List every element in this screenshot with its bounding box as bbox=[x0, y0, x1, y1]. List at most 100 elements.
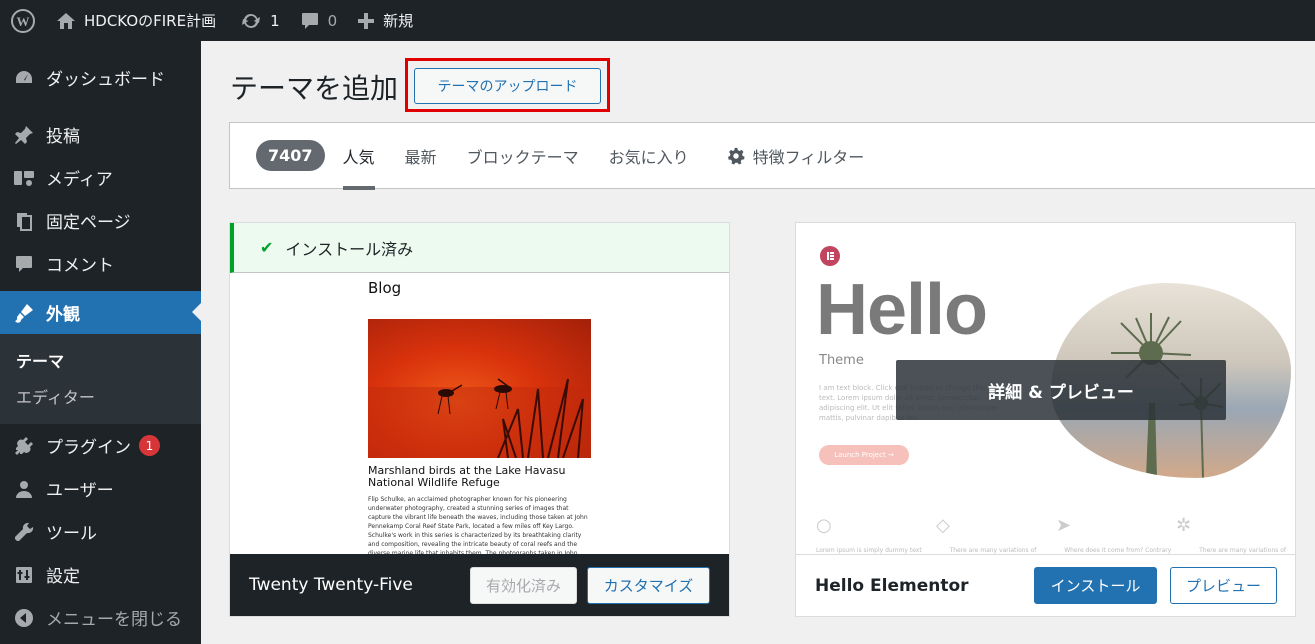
admin-sidebar: ダッシュボード 投稿 メディア 固定ページ コメント 外観 テーマ エディター … bbox=[0, 41, 201, 644]
wrench-icon bbox=[12, 520, 36, 544]
preview-button[interactable]: プレビュー bbox=[1170, 567, 1277, 604]
new-label: 新規 bbox=[383, 12, 414, 30]
collapse-icon bbox=[12, 606, 36, 630]
sidebar-item-appearance[interactable]: 外観 bbox=[0, 291, 201, 334]
elementor-logo-icon bbox=[820, 246, 840, 266]
sidebar-item-tools[interactable]: ツール bbox=[0, 510, 201, 553]
comment-icon bbox=[301, 12, 318, 29]
preview-captions: Lorem ipsum is simply dummy text There a… bbox=[816, 547, 1286, 554]
sidebar-item-label: プラグイン bbox=[46, 438, 131, 458]
submenu-item-editor[interactable]: エディター bbox=[0, 378, 201, 414]
pin-icon bbox=[12, 123, 36, 147]
dashboard-icon bbox=[12, 66, 36, 90]
diamond-icon: ◇ bbox=[936, 515, 950, 536]
sidebar-item-label: 固定ページ bbox=[46, 213, 131, 233]
customize-button[interactable]: カスタマイズ bbox=[587, 566, 710, 604]
preview-caption: Where does it come from? Contrary bbox=[1064, 547, 1172, 554]
user-icon bbox=[12, 477, 36, 501]
svg-text:W: W bbox=[17, 14, 30, 29]
appearance-submenu: テーマ エディター bbox=[0, 334, 201, 424]
comments-count: 0 bbox=[327, 11, 338, 30]
preview-feature-icons: ○ ◇ ➤ ✲ bbox=[816, 515, 1276, 536]
upload-highlight-box: テーマのアップロード bbox=[405, 58, 610, 112]
site-name: HDCKOのFIRE計画 bbox=[84, 12, 217, 30]
activated-button: 有効化済み bbox=[470, 566, 577, 604]
sidebar-item-label: ユーザー bbox=[46, 481, 114, 501]
sidebar-item-label: 投稿 bbox=[46, 127, 80, 147]
theme-screenshot[interactable]: Hello Theme I am text block. Click edit … bbox=[796, 223, 1295, 556]
theme-screenshot[interactable]: Blog Marshland birds at the Lake Havasu … bbox=[230, 273, 729, 557]
plugin-update-badge: 1 bbox=[139, 435, 160, 456]
preview-caption: There are many variations of bbox=[949, 547, 1037, 554]
appearance-icon bbox=[12, 301, 36, 325]
sidebar-item-settings[interactable]: 設定 bbox=[0, 553, 201, 596]
theme-name: Twenty Twenty-Five bbox=[249, 575, 413, 595]
theme-card-hello-elementor[interactable]: Hello Theme I am text block. Click edit … bbox=[795, 222, 1296, 617]
sidebar-item-pages[interactable]: 固定ページ bbox=[0, 199, 201, 242]
preview-bird-photo bbox=[368, 319, 591, 458]
updates-link[interactable]: 1 bbox=[230, 0, 290, 41]
sidebar-item-media[interactable]: メディア bbox=[0, 156, 201, 199]
sidebar-item-label: 設定 bbox=[46, 567, 80, 587]
sidebar-item-comments[interactable]: コメント bbox=[0, 242, 201, 285]
tab-popular[interactable]: 人気 bbox=[342, 122, 375, 190]
new-content-link[interactable]: 新規 bbox=[347, 0, 423, 41]
preview-post-title: Marshland birds at the Lake Havasu Natio… bbox=[368, 464, 566, 489]
preview-caption: Lorem ipsum is simply dummy text bbox=[816, 547, 922, 554]
theme-filter-bar: 7407 人気 最新 ブロックテーマ お気に入り 特徴フィルター bbox=[229, 122, 1315, 190]
paper-plane-icon: ➤ bbox=[1056, 515, 1072, 536]
upload-theme-button[interactable]: テーマのアップロード bbox=[414, 68, 601, 104]
installed-label: インストール済み bbox=[285, 239, 414, 259]
checkmark-icon: ✔ bbox=[260, 238, 274, 257]
updates-icon bbox=[242, 13, 261, 28]
theme-card-footer: Hello Elementor インストール プレビュー bbox=[796, 554, 1295, 616]
preview-post-body: Flip Schulke, an acclaimed photographer … bbox=[368, 496, 588, 557]
sidebar-item-label: メディア bbox=[46, 170, 113, 190]
sidebar-item-posts[interactable]: 投稿 bbox=[0, 113, 201, 156]
sidebar-item-label: 外観 bbox=[46, 305, 80, 325]
plugin-icon bbox=[12, 434, 36, 458]
preview-subtitle: Theme bbox=[819, 353, 864, 368]
pages-icon bbox=[12, 209, 36, 233]
tab-favorites[interactable]: お気に入り bbox=[609, 122, 689, 189]
details-preview-overlay[interactable]: 詳細 & プレビュー bbox=[896, 360, 1226, 420]
admin-bar: W HDCKOのFIRE計画 1 0 新規 bbox=[0, 0, 1315, 41]
sidebar-item-label: ダッシュボード bbox=[46, 70, 165, 90]
comments-link[interactable]: 0 bbox=[290, 0, 348, 41]
site-name-link[interactable]: HDCKOのFIRE計画 bbox=[46, 0, 226, 41]
theme-name: Hello Elementor bbox=[815, 575, 969, 596]
sidebar-item-label: ツール bbox=[46, 524, 97, 544]
wordpress-logo-button[interactable]: W bbox=[0, 0, 46, 41]
tab-latest[interactable]: 最新 bbox=[405, 122, 437, 189]
sidebar-item-users[interactable]: ユーザー bbox=[0, 467, 201, 510]
main-content: テーマを追加 テーマのアップロード 7407 人気 最新 ブロックテーマ お気に… bbox=[201, 41, 1315, 644]
preview-headline: Hello bbox=[816, 270, 988, 350]
page-title: テーマを追加 bbox=[230, 72, 399, 105]
theme-card-footer: Twenty Twenty-Five 有効化済み カスタマイズ bbox=[230, 554, 729, 616]
preview-blog-title: Blog bbox=[368, 279, 402, 297]
feature-filter-button[interactable]: 特徴フィルター bbox=[727, 122, 865, 189]
theme-count-badge: 7407 bbox=[256, 140, 325, 171]
tab-block-themes[interactable]: ブロックテーマ bbox=[467, 122, 579, 189]
install-button[interactable]: インストール bbox=[1034, 567, 1157, 604]
wordpress-icon: W bbox=[11, 8, 35, 33]
gear-icon bbox=[727, 147, 745, 165]
updates-count: 1 bbox=[270, 11, 280, 30]
feature-filter-label: 特徴フィルター bbox=[752, 147, 865, 167]
media-icon bbox=[12, 166, 36, 190]
sidebar-item-plugins[interactable]: プラグイン 1 bbox=[0, 424, 201, 467]
snowflake-icon: ✲ bbox=[1176, 515, 1192, 536]
sidebar-item-label: コメント bbox=[46, 256, 114, 276]
lightbulb-icon: ○ bbox=[816, 515, 832, 536]
comment-icon bbox=[12, 252, 36, 276]
sidebar-item-label: メニューを閉じる bbox=[46, 610, 182, 630]
preview-cta: Launch Project → bbox=[819, 445, 909, 465]
preview-caption: There are many variations of bbox=[1199, 547, 1286, 554]
plus-icon bbox=[358, 12, 375, 29]
settings-icon bbox=[12, 563, 36, 587]
submenu-item-themes[interactable]: テーマ bbox=[0, 342, 201, 378]
collapse-menu-button[interactable]: メニューを閉じる bbox=[0, 596, 201, 639]
theme-card-twenty-twenty-five[interactable]: ✔ インストール済み Blog Marshland birds at the L… bbox=[229, 222, 730, 617]
home-icon bbox=[57, 12, 75, 29]
sidebar-item-dashboard[interactable]: ダッシュボード bbox=[0, 56, 201, 99]
